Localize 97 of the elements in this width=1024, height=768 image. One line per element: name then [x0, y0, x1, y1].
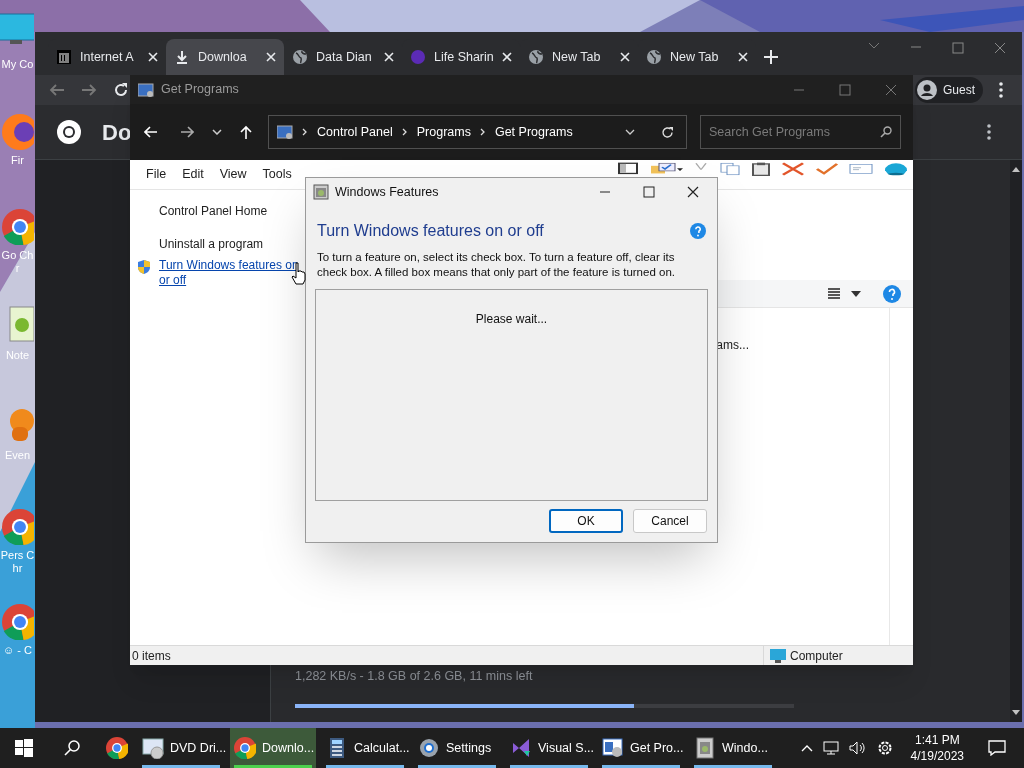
window-title: Get Programs [161, 81, 239, 99]
computer-icon [770, 648, 786, 663]
chevron-right-icon [401, 128, 408, 136]
scroll-down-icon[interactable] [1012, 710, 1020, 716]
menu-item[interactable]: File [140, 165, 173, 184]
search-icon[interactable] [64, 740, 80, 756]
tab-title: Downloa [198, 48, 248, 66]
maximize-icon[interactable] [839, 83, 851, 96]
sidebar-item[interactable]: Control Panel Home [159, 204, 268, 219]
dialog-title: Windows Features [335, 183, 439, 201]
breadcrumb-item[interactable]: Get Programs [494, 122, 573, 142]
close-icon[interactable] [687, 186, 699, 198]
breadcrumb-item[interactable]: Programs [416, 122, 471, 142]
chrome-icon [234, 737, 256, 759]
sidebar-item[interactable]: Uninstall a program [159, 237, 264, 252]
profile-button[interactable]: Guest [915, 77, 983, 103]
browser-tab[interactable]: Downloa [166, 39, 284, 75]
taskbar-item[interactable]: DVD Dri... [138, 728, 224, 768]
download-icon [174, 49, 190, 65]
address-bar[interactable]: Control Panel Programs Get Programs [268, 115, 687, 149]
recent-locations-icon[interactable] [212, 129, 222, 135]
menu-item[interactable]: Edit [176, 165, 210, 184]
delete-icon[interactable] [781, 162, 805, 176]
notification-icon[interactable] [988, 740, 1006, 756]
status-location: Computer [790, 647, 843, 665]
panel-icon[interactable] [617, 162, 639, 176]
taskbar-item[interactable]: Settings [414, 728, 500, 768]
help-icon[interactable] [883, 284, 901, 303]
taskbar-item[interactable]: Visual S... [506, 728, 592, 768]
breadcrumb-item[interactable]: Control Panel [317, 122, 393, 142]
globe-icon [528, 49, 544, 65]
up-icon[interactable] [240, 125, 252, 139]
dialog-button[interactable]: Cancel [633, 509, 707, 533]
tab-title: Life Sharin [434, 48, 494, 66]
clock[interactable]: 1:41 PM 4/19/2023 [910, 732, 964, 764]
settings-icon [418, 737, 440, 759]
checkmark-icon[interactable] [815, 162, 839, 176]
taskbar-item[interactable]: Calculat... [322, 728, 408, 768]
back-icon[interactable] [144, 125, 158, 139]
dialog-button[interactable]: OK [549, 509, 623, 533]
dropdown-icon[interactable] [625, 129, 635, 135]
settings-icon[interactable] [876, 740, 893, 756]
checkbox-folder-icon[interactable] [649, 162, 683, 176]
network-icon[interactable] [822, 741, 839, 755]
search-field[interactable]: Search Get Programs [700, 115, 901, 149]
loading-text: Please wait... [475, 311, 548, 325]
circle-icon [410, 49, 426, 65]
control-panel-icon [277, 125, 293, 139]
maximize-icon[interactable] [952, 42, 964, 54]
taskbar-item[interactable]: Downlo... [230, 728, 316, 768]
maximize-icon[interactable] [643, 186, 655, 198]
more-options-icon[interactable] [987, 124, 991, 140]
chevron-right-icon [479, 128, 486, 136]
features-window-icon [313, 184, 329, 200]
taskbar-item[interactable]: Get Pro... [598, 728, 684, 768]
programs-window-icon [602, 737, 624, 759]
tab-search-chevron-icon[interactable] [868, 42, 880, 50]
dropdown-icon[interactable] [851, 290, 861, 297]
more-options-icon[interactable] [999, 82, 1003, 98]
control-panel-icon [138, 82, 154, 97]
chevron-right-icon [302, 128, 308, 136]
search-placeholder: Search Get Programs [709, 123, 830, 141]
page-heading: Do [102, 118, 132, 147]
forward-icon[interactable] [180, 125, 194, 139]
visual-studio-icon [510, 737, 532, 759]
reload-icon[interactable] [113, 82, 129, 98]
chrome-logo-icon [56, 119, 82, 145]
tab-title: Internet A [80, 48, 135, 66]
person-icon [917, 80, 937, 100]
features-window-icon [694, 737, 716, 759]
tab-title: Data Dian [316, 48, 373, 66]
chevron-up-icon[interactable] [800, 744, 813, 752]
volume-icon[interactable] [848, 741, 867, 755]
scroll-up-icon[interactable] [1012, 166, 1020, 172]
new-tab-icon[interactable] [764, 50, 778, 64]
dialog-heading: Turn Windows features on or off [317, 221, 544, 241]
dialog-description: To turn a feature on, select its check box. To turn a feature off, clear its check box. A filled box means that only part of the feature is turned on. [317, 250, 676, 280]
globe-shell-icon[interactable] [883, 162, 909, 176]
menu-item[interactable]: View [213, 165, 253, 184]
refresh-icon[interactable] [661, 125, 674, 139]
menu-item[interactable]: Tools [256, 165, 298, 184]
dvd-drive-icon [142, 737, 164, 759]
view-list-icon[interactable] [827, 287, 841, 300]
globe-icon [292, 49, 308, 65]
globe-icon [646, 49, 662, 65]
shield-icon [136, 259, 152, 275]
taskbar-item[interactable]: Windo... [690, 728, 776, 768]
chrome-icon [106, 737, 128, 759]
archive-icon [56, 49, 72, 65]
start-icon[interactable] [15, 739, 33, 757]
download-status: 1,282 KB/s - 1.8 GB of 2.6 GB, 11 mins left [295, 668, 534, 686]
search-icon[interactable] [880, 126, 892, 138]
help-icon[interactable] [690, 223, 706, 239]
tab-title: New Tab [670, 48, 720, 66]
tab-title: New Tab [552, 48, 602, 66]
clipboard-icon[interactable] [751, 162, 771, 176]
status-text: 0 items [132, 647, 171, 665]
